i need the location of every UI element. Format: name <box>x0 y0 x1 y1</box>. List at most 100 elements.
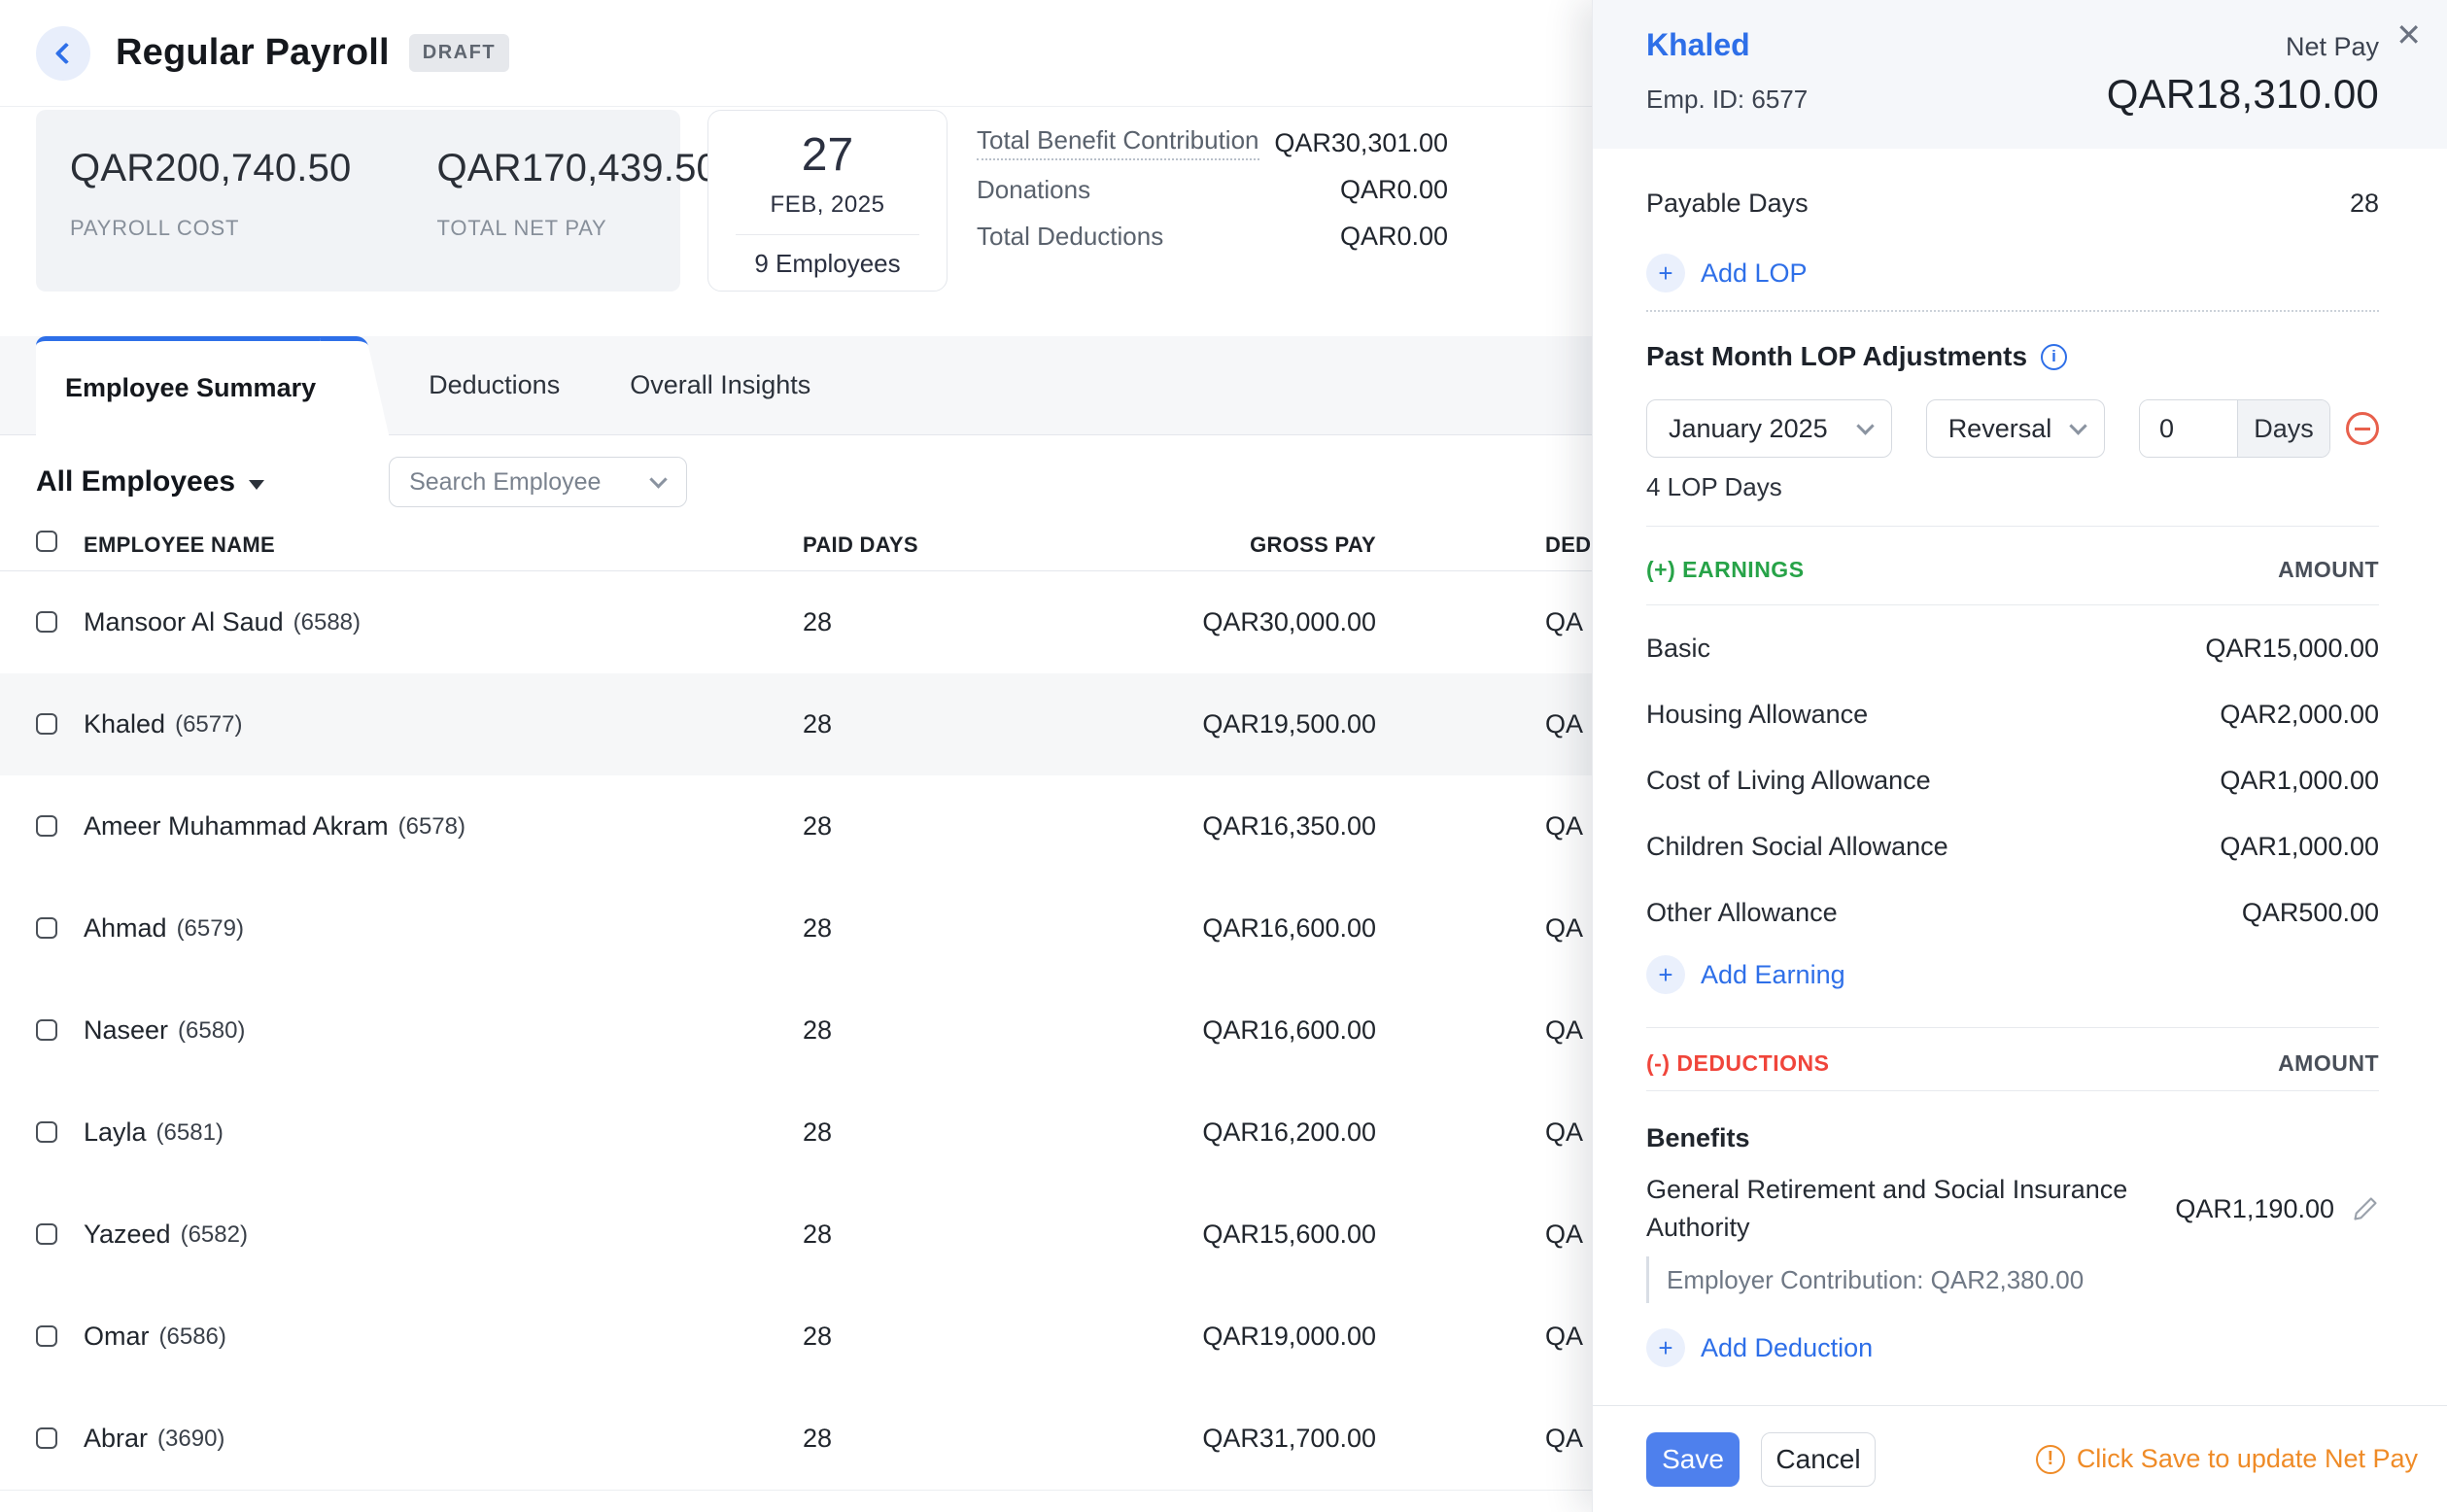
deductions-cell: QA <box>1545 571 1583 673</box>
earnings-underline <box>1646 604 2379 605</box>
row-checkbox[interactable] <box>36 1427 57 1449</box>
close-icon[interactable]: ✕ <box>2390 14 2428 56</box>
deductions-cell: QA <box>1545 775 1583 877</box>
employee-name-cell: Naseer (6580) <box>84 979 245 1082</box>
page-title: Regular Payroll <box>116 32 390 74</box>
row-checkbox[interactable] <box>36 1121 57 1143</box>
gross-pay-cell: QAR16,600.00 <box>1085 877 1376 979</box>
tab-label: Employee Summary <box>65 373 316 403</box>
employee-name-cell: Khaled (6577) <box>84 673 242 775</box>
warning-icon: ! <box>2036 1445 2065 1474</box>
search-employee-box[interactable] <box>389 457 687 507</box>
totals-label: Total Deductions <box>977 222 1163 252</box>
employee-name-cell: Mansoor Al Saud (6588) <box>84 571 361 673</box>
tab-employee-summary[interactable]: Employee Summary <box>36 336 355 435</box>
earnings-list: Basic QAR15,000.00 Housing Allowance QAR… <box>1646 625 2379 936</box>
gross-pay-cell: QAR19,500.00 <box>1085 673 1376 775</box>
gross-pay-cell: QAR16,200.00 <box>1085 1082 1376 1184</box>
edit-icon[interactable] <box>2352 1195 2379 1222</box>
earnings-title: (+) EARNINGS <box>1646 557 1805 583</box>
earnings-amount-header: AMOUNT <box>2278 557 2379 583</box>
row-checkbox[interactable] <box>36 917 57 939</box>
employee-name-cell: Layla (6581) <box>84 1082 224 1184</box>
add-earning-label: Add Earning <box>1701 960 1845 990</box>
gross-pay-cell: QAR19,000.00 <box>1085 1286 1376 1388</box>
remove-lop-row-icon[interactable] <box>2346 412 2379 445</box>
payable-days-label: Payable Days <box>1646 189 1809 219</box>
info-icon[interactable]: i <box>2041 344 2067 370</box>
tab-deductions[interactable]: Deductions <box>394 336 595 434</box>
earning-amount: QAR500.00 <box>2242 898 2379 928</box>
row-checkbox[interactable] <box>36 815 57 837</box>
employee-name: Yazeed <box>84 1220 171 1250</box>
employer-contribution-note: Employer Contribution: QAR2,380.00 <box>1646 1256 2379 1303</box>
add-lop-link[interactable]: + Add LOP <box>1646 252 2379 294</box>
employee-detail-panel: ✕ Khaled Net Pay Emp. ID: 6577 QAR18,310… <box>1592 0 2447 1512</box>
pay-month-year: FEB, 2025 <box>708 191 947 219</box>
lop-type-select[interactable]: Reversal <box>1926 399 2105 458</box>
employee-name-cell: Ahmad (6579) <box>84 877 244 979</box>
deductions-amount-header: AMOUNT <box>2278 1050 2379 1077</box>
lop-days-note: 4 LOP Days <box>1646 471 2379 502</box>
plus-icon: + <box>1646 254 1685 292</box>
back-chevron-icon <box>55 42 78 64</box>
pay-date-card: 27 FEB, 2025 9 Employees <box>707 110 948 292</box>
deductions-underline <box>1646 1090 2379 1091</box>
totals-row: Total Deductions QAR0.00 <box>977 213 1448 259</box>
totals-row: Donations QAR0.00 <box>977 166 1448 213</box>
paid-days-cell: 28 <box>803 775 832 877</box>
deductions-cell: QA <box>1545 979 1583 1082</box>
earning-label: Housing Allowance <box>1646 697 1868 732</box>
lop-month-select[interactable]: January 2025 <box>1646 399 1892 458</box>
total-net-pay-label: TOTAL NET PAY <box>436 216 717 241</box>
section-divider <box>1646 1027 2379 1028</box>
tab-overall-insights[interactable]: Overall Insights <box>595 336 845 434</box>
payroll-cost-value: QAR200,740.50 <box>70 147 351 190</box>
earning-label: Basic <box>1646 631 1710 666</box>
employee-name-cell: Abrar (3690) <box>84 1388 224 1490</box>
deductions-cell: QA <box>1545 1082 1583 1184</box>
lop-type-value: Reversal <box>1948 414 2052 444</box>
totals-list: Total Benefit Contribution QAR30,301.00 … <box>977 120 1448 259</box>
panel-header: ✕ Khaled Net Pay Emp. ID: 6577 QAR18,310… <box>1593 0 2447 149</box>
deduction-amount: QAR1,190.00 <box>2175 1194 2334 1224</box>
totals-label: Total Benefit Contribution <box>977 125 1259 160</box>
status-badge: DRAFT <box>409 34 509 72</box>
lop-days-input[interactable] <box>2140 400 2237 457</box>
add-deduction-link[interactable]: + Add Deduction <box>1646 1326 2379 1369</box>
save-button[interactable]: Save <box>1646 1432 1740 1487</box>
pay-day: 27 <box>708 128 947 182</box>
employee-id: (6580) <box>178 1017 245 1045</box>
earning-label: Other Allowance <box>1646 895 1838 930</box>
add-earning-link[interactable]: + Add Earning <box>1646 953 2379 996</box>
employee-filter-dropdown[interactable]: All Employees <box>36 465 264 498</box>
lop-days-input-group: Days <box>2139 399 2330 458</box>
employee-id: (3690) <box>157 1426 224 1453</box>
paid-days-cell: 28 <box>803 1184 832 1286</box>
earning-item: Housing Allowance QAR2,000.00 <box>1646 691 2379 738</box>
row-checkbox[interactable] <box>36 1325 57 1347</box>
totals-value: QAR0.00 <box>1340 222 1448 252</box>
deductions-cell: QA <box>1545 1184 1583 1286</box>
row-checkbox[interactable] <box>36 713 57 735</box>
days-suffix: Days <box>2237 400 2329 457</box>
net-pay-label: Net Pay <box>2286 32 2379 62</box>
search-employee-input[interactable] <box>390 468 623 497</box>
row-checkbox[interactable] <box>36 1223 57 1245</box>
earning-amount: QAR1,000.00 <box>2220 832 2379 862</box>
gross-pay-cell: QAR31,700.00 <box>1085 1388 1376 1490</box>
row-checkbox[interactable] <box>36 611 57 633</box>
caret-down-icon <box>249 480 264 490</box>
employee-name: Khaled <box>84 709 165 739</box>
select-all-checkbox[interactable] <box>36 531 57 552</box>
paid-days-cell: 28 <box>803 571 832 673</box>
employee-name: Abrar <box>84 1424 148 1454</box>
cancel-button[interactable]: Cancel <box>1761 1432 1876 1487</box>
lop-controls: January 2025 Reversal Days <box>1646 399 2379 458</box>
add-deduction-label: Add Deduction <box>1701 1333 1873 1363</box>
back-button[interactable] <box>36 26 90 81</box>
paid-days-cell: 28 <box>803 1082 832 1184</box>
row-checkbox[interactable] <box>36 1019 57 1041</box>
paid-days-cell: 28 <box>803 673 832 775</box>
panel-employee-name[interactable]: Khaled <box>1646 27 1750 63</box>
